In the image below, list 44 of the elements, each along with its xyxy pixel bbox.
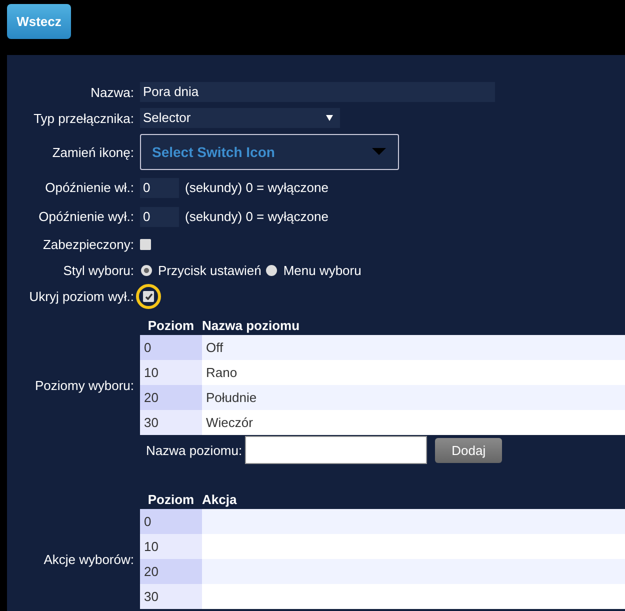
delay-field[interactable]: 0 (140, 206, 179, 226)
field-label: Poziomy wyboru: (34, 376, 135, 392)
radio-button[interactable] (266, 264, 278, 276)
radio-button[interactable] (141, 264, 152, 276)
column-header: Nazwa poziomu (202, 318, 300, 332)
hide-off-checkbox[interactable] (143, 290, 154, 302)
field-label: Akcje wyborów: (42, 550, 135, 566)
dropdown-arrow-icon (372, 148, 386, 156)
table-cell-text: Rano (205, 364, 238, 382)
table-cell: 20 (140, 385, 202, 410)
column-header: Poziom (146, 318, 196, 332)
table-cell: 10 (140, 534, 202, 559)
table-cell: 0 (140, 335, 202, 360)
table-cell-text: Off (205, 339, 224, 357)
field-label: Ukryj poziom wył.: (28, 288, 135, 304)
field-label: Nazwa: (90, 84, 135, 100)
switch-type-dropdown[interactable]: Selector (140, 108, 340, 128)
name-field[interactable]: Pora dnia (140, 82, 495, 102)
protected-checkbox[interactable] (140, 238, 151, 250)
field-label: Nazwa poziomu: (146, 442, 242, 458)
icon-dropdown[interactable]: Select Switch Icon (140, 134, 399, 170)
table-cell: 30 (140, 410, 202, 435)
table-cell: 0 (140, 509, 202, 534)
field-label: Styl wyboru: (62, 262, 135, 278)
table-cell: 20 (140, 559, 202, 584)
table-cell-text: Wieczór (205, 414, 253, 432)
field-label: Opóźnienie wł.: (44, 180, 135, 195)
level-name-field[interactable] (245, 436, 428, 464)
column-header: Akcja (202, 492, 237, 506)
table-cell: 10 (140, 360, 202, 385)
column-header: Poziom (146, 492, 196, 506)
field-label: Opóźnienie wył.: (38, 209, 135, 224)
table-cell: 30 (140, 584, 202, 609)
delay-field[interactable]: 0 (140, 178, 179, 198)
table-cell-text: Południe (205, 389, 257, 407)
delay-hint: (sekundy) 0 = wyłączone (185, 180, 328, 195)
add-button[interactable]: Dodaj (435, 438, 502, 462)
radio-label: Przycisk ustawień (158, 262, 262, 278)
field-label: Zabezpieczony: (42, 236, 135, 252)
field-label: Zamień ikonę: (51, 144, 135, 160)
radio-label: Menu wyboru (283, 262, 362, 278)
delay-hint: (sekundy) 0 = wyłączone (185, 209, 328, 224)
dropdown-arrow-icon (326, 115, 333, 121)
field-label: Typ przełącznika: (32, 110, 135, 126)
